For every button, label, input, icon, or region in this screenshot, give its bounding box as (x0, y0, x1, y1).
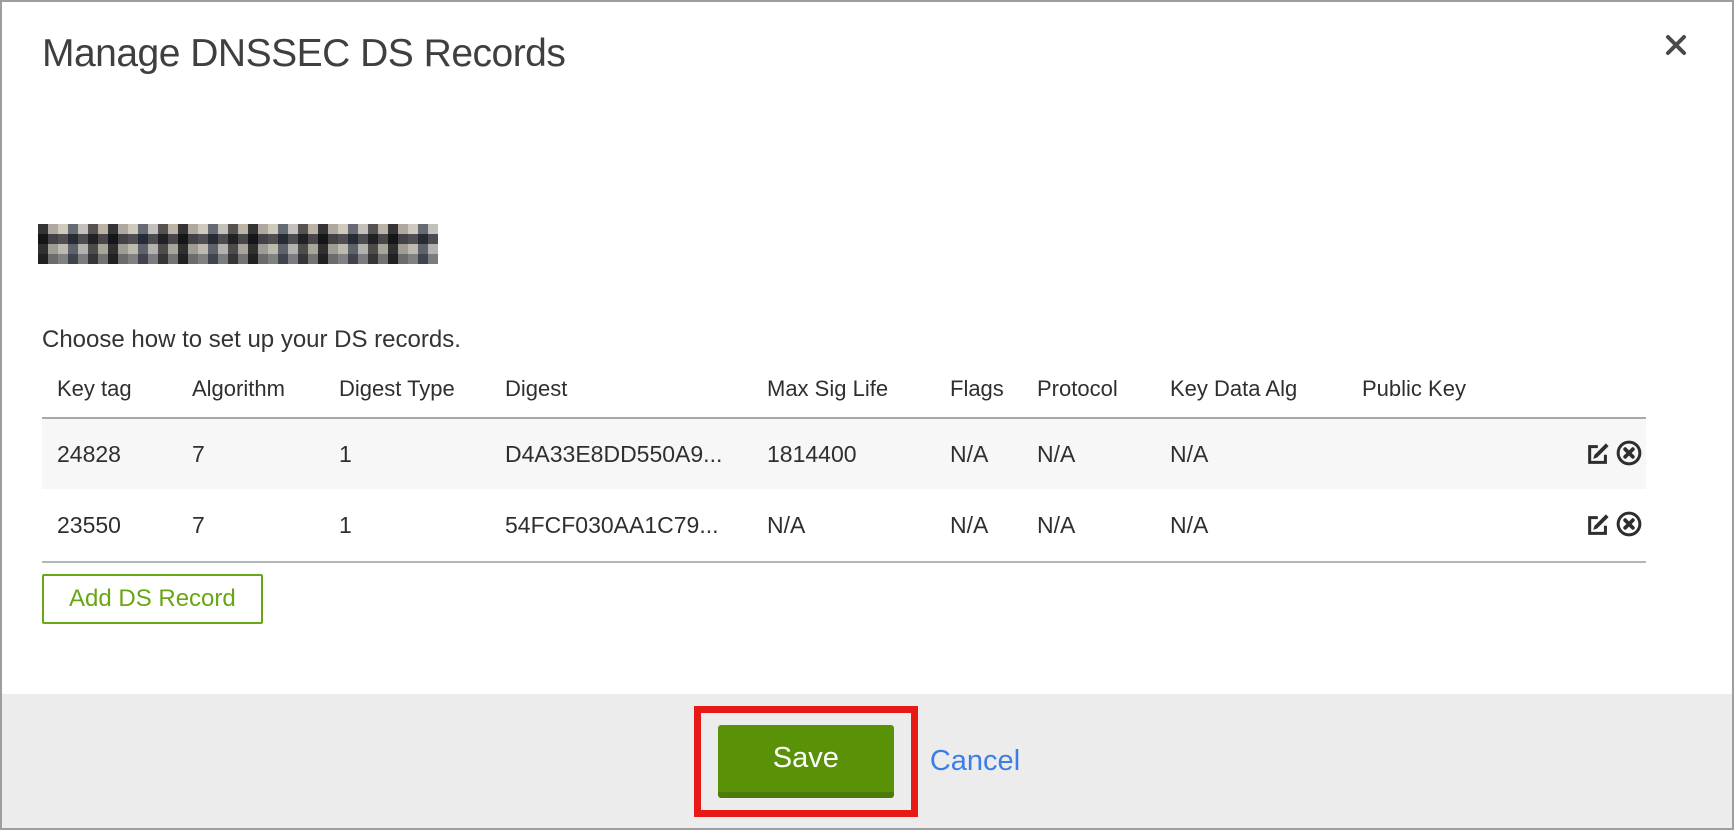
cell-key-data-alg: N/A (1155, 489, 1347, 562)
col-header-key-tag: Key tag (42, 362, 177, 418)
table-row: 24828 7 1 D4A33E8DD550A9... 1814400 N/A … (42, 418, 1646, 489)
remove-record-button[interactable] (1614, 510, 1644, 541)
cell-public-key (1347, 489, 1577, 562)
page-title: Manage DNSSEC DS Records (42, 32, 565, 76)
cell-digest: D4A33E8DD550A9... (490, 418, 752, 489)
modal-footer: Save Cancel (2, 694, 1732, 828)
save-highlight-annotation: Save (694, 706, 918, 817)
remove-icon (1615, 526, 1643, 541)
cell-public-key (1347, 418, 1577, 489)
table-header-row: Key tag Algorithm Digest Type Digest Max… (42, 362, 1646, 418)
close-button[interactable] (1660, 30, 1692, 62)
cell-algorithm: 7 (177, 418, 324, 489)
save-button[interactable]: Save (718, 725, 894, 798)
cell-key-tag: 24828 (42, 418, 177, 489)
col-header-public-key: Public Key (1347, 362, 1577, 418)
remove-record-button[interactable] (1614, 439, 1644, 470)
col-header-digest: Digest (490, 362, 752, 418)
col-header-digest-type: Digest Type (324, 362, 490, 418)
edit-icon (1585, 526, 1613, 541)
ds-records-table: Key tag Algorithm Digest Type Digest Max… (42, 362, 1646, 563)
edit-record-button[interactable] (1584, 510, 1614, 541)
row-actions (1577, 418, 1646, 489)
col-header-flags: Flags (935, 362, 1022, 418)
cell-max-sig-life: 1814400 (752, 418, 935, 489)
remove-icon (1615, 455, 1643, 470)
col-header-actions (1577, 362, 1646, 418)
cell-key-data-alg: N/A (1155, 418, 1347, 489)
edit-icon (1585, 455, 1613, 470)
cell-protocol: N/A (1022, 489, 1155, 562)
table-row: 23550 7 1 54FCF030AA1C79... N/A N/A N/A … (42, 489, 1646, 562)
cell-protocol: N/A (1022, 418, 1155, 489)
cell-digest: 54FCF030AA1C79... (490, 489, 752, 562)
row-actions (1577, 489, 1646, 562)
manage-dnssec-modal: Manage DNSSEC DS Records Choose how to s… (0, 0, 1734, 830)
add-ds-record-button[interactable]: Add DS Record (42, 574, 263, 624)
edit-record-button[interactable] (1584, 439, 1614, 470)
cell-flags: N/A (935, 418, 1022, 489)
cell-key-tag: 23550 (42, 489, 177, 562)
instruction-text: Choose how to set up your DS records. (42, 326, 461, 354)
cell-digest-type: 1 (324, 489, 490, 562)
cell-max-sig-life: N/A (752, 489, 935, 562)
cell-flags: N/A (935, 489, 1022, 562)
close-icon (1661, 48, 1691, 63)
domain-name-redacted (38, 224, 438, 264)
cell-algorithm: 7 (177, 489, 324, 562)
cancel-link[interactable]: Cancel (930, 745, 1020, 778)
col-header-protocol: Protocol (1022, 362, 1155, 418)
col-header-max-sig-life: Max Sig Life (752, 362, 935, 418)
col-header-algorithm: Algorithm (177, 362, 324, 418)
col-header-key-data-alg: Key Data Alg (1155, 362, 1347, 418)
cell-digest-type: 1 (324, 418, 490, 489)
